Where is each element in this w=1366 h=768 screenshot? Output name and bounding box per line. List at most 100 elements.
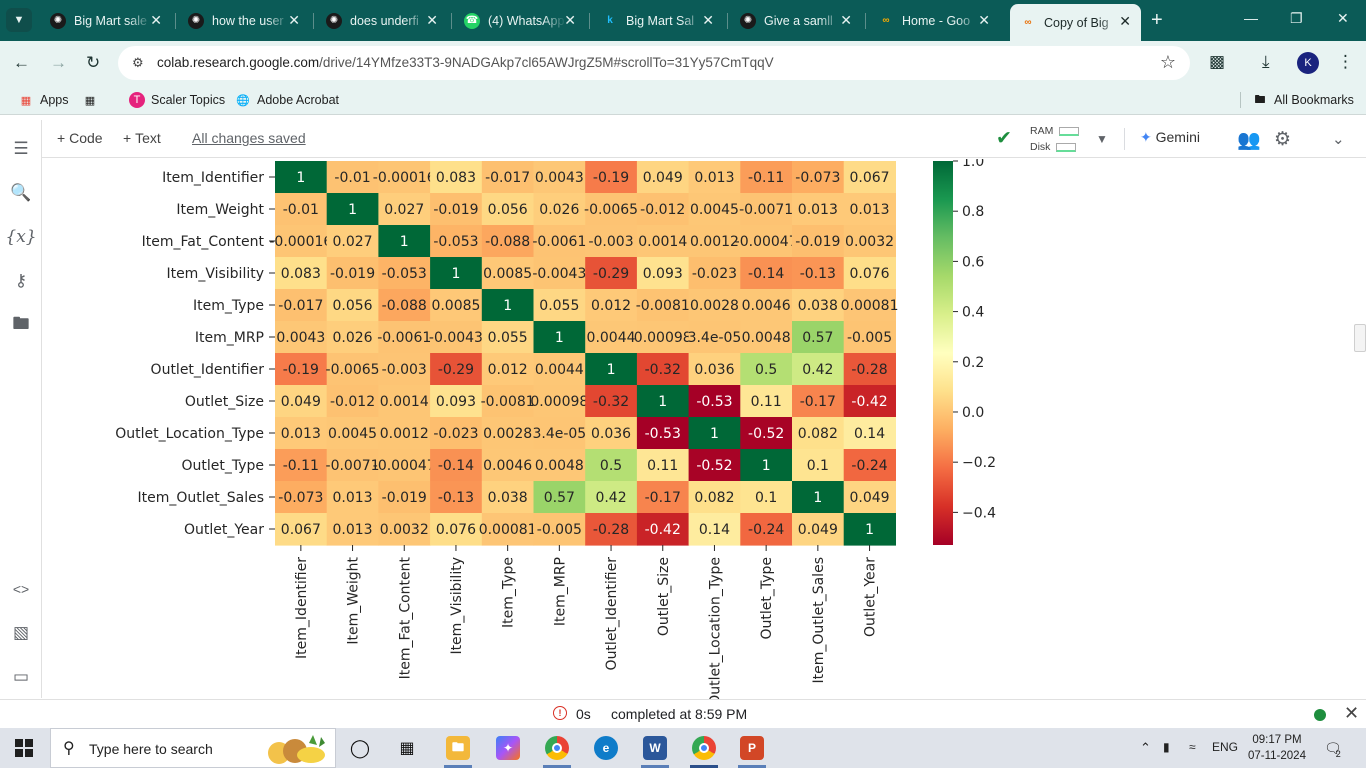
back-button[interactable]: ← (13, 53, 30, 73)
task-view-icon[interactable]: ▦ (395, 736, 419, 760)
command-palette-icon[interactable]: ▧ (10, 622, 32, 644)
battery-icon[interactable]: ▮ (1163, 740, 1170, 754)
browser-menu-button[interactable]: ⋮ (1337, 52, 1354, 72)
input-language[interactable]: ENG (1212, 740, 1238, 754)
window-close-button[interactable]: ✕ (1337, 10, 1349, 27)
variables-icon[interactable]: {x} (5, 226, 36, 248)
site-info-icon[interactable]: ⚙ (132, 55, 148, 71)
extensions-button[interactable]: ▩ (1209, 52, 1225, 72)
scrollbar-thumb[interactable] (1354, 324, 1366, 352)
heatmap-cell-label: -0.13 (800, 266, 836, 282)
tab-close-icon[interactable]: ✕ (702, 12, 714, 29)
tab-close-icon[interactable]: ✕ (1119, 13, 1131, 30)
tab-close-icon[interactable]: ✕ (288, 12, 300, 29)
collapse-chevron-icon[interactable]: ⌄ (1332, 130, 1345, 148)
save-status[interactable]: All changes saved (192, 130, 306, 146)
browser-tab[interactable]: ✺ does underfi ✕ (316, 6, 448, 35)
file-explorer-icon[interactable]: 🖿 (446, 736, 470, 760)
heatmap-cell-label: 1 (607, 362, 616, 378)
url-path: /drive/14YMfze33T3-9NADGAkp7cl65AWJrgZ5M… (319, 55, 774, 70)
edge-icon[interactable]: e (594, 736, 618, 760)
forward-button[interactable]: → (50, 53, 67, 73)
chrome-icon[interactable] (545, 736, 569, 760)
tab-search-button[interactable]: ▼ (6, 8, 32, 32)
bookmark-star-icon[interactable]: ☆ (1160, 52, 1176, 73)
wifi-icon[interactable]: ≈ (1189, 740, 1196, 754)
settings-gear-icon[interactable]: ⚙ (1274, 128, 1291, 151)
taskbar-search[interactable]: ⚲ Type here to search (50, 728, 336, 768)
copilot-icon[interactable]: ✦ (496, 736, 520, 760)
bookmark-adobe-acrobat[interactable]: 🌐 Adobe Acrobat (235, 92, 339, 108)
heatmap-cell-label: 0.0032 (845, 234, 894, 250)
restore-button[interactable]: ❐ (1290, 10, 1303, 27)
tab-title: how the user (212, 13, 284, 28)
heatmap-cell-label: -0.11 (748, 170, 784, 186)
cortana-circle-icon[interactable]: ◯ (348, 736, 372, 760)
tab-close-icon[interactable]: ✕ (840, 12, 852, 29)
code-snippets-icon[interactable]: <> (10, 578, 32, 600)
bookmark-apps[interactable]: ▦ Apps (18, 92, 69, 108)
runtime-status-dot[interactable] (1314, 709, 1326, 721)
heatmap-cell-label: 1 (400, 234, 409, 250)
url-text[interactable]: colab.research.google.com/drive/14YMfze3… (157, 55, 774, 70)
all-bookmarks[interactable]: 🖿 All Bookmarks (1252, 92, 1354, 108)
completed-status[interactable]: completed at 8:59 PM (611, 706, 747, 722)
notifications-icon[interactable]: 🗨2 (1324, 740, 1347, 759)
gemini-button[interactable]: ✦ Gemini (1140, 129, 1200, 146)
tab-close-icon[interactable]: ✕ (150, 12, 162, 29)
warning-icon[interactable]: ! (553, 706, 567, 720)
heatmap-cell-label: 0.013 (333, 490, 373, 506)
colorbar (933, 161, 953, 545)
folder-icon: 🖿 (1254, 93, 1266, 106)
browser-tab[interactable]: ✺ how the user ✕ (178, 6, 310, 35)
tab-close-icon[interactable]: ✕ (426, 12, 438, 29)
chrome-profile-icon[interactable] (692, 736, 716, 760)
files-folder-icon[interactable]: 🖿 (10, 314, 32, 336)
colab-left-rail: ☰ 🔍 {x} ⚷ 🖿 <> ▧ ▭ (0, 120, 42, 698)
browser-tab[interactable]: ☎ (4) WhatsApp ✕ (454, 6, 586, 35)
search-icon[interactable]: 🔍 (10, 182, 32, 204)
address-bar[interactable]: ⚙ colab.research.google.com/drive/14YMfz… (118, 46, 1190, 80)
add-text-button[interactable]: + Text (123, 130, 161, 146)
heatmap-cell-label: 0.00098 (530, 394, 588, 410)
table-of-contents-icon[interactable]: ☰ (10, 138, 32, 160)
colab-icon: ∞ (1024, 17, 1032, 28)
new-tab-button[interactable]: + (1151, 9, 1163, 32)
tab-title: Big Mart sale (74, 13, 147, 28)
add-code-button[interactable]: + Code (57, 130, 103, 146)
tab-separator (589, 13, 590, 29)
terminal-icon[interactable]: ▭ (10, 666, 32, 688)
show-hidden-icons-chevron-icon[interactable]: ⌃ (1140, 740, 1151, 756)
bookmark-scaler-topics[interactable]: T Scaler Topics (129, 92, 225, 108)
reload-button[interactable]: ↻ (86, 53, 100, 73)
browser-tab[interactable]: ✺ Give a samll ✕ (730, 6, 862, 35)
colorbar-tick-label: −0.4 (962, 505, 996, 521)
browser-tab[interactable]: ✺ Big Mart sale ✕ (40, 6, 172, 35)
y-tick-label: Item_Type (193, 298, 264, 314)
browser-tab[interactable]: ∞ Home - Goo ✕ (868, 6, 1000, 35)
heatmap-cell-label: 1 (710, 426, 719, 442)
word-icon[interactable]: W (643, 736, 667, 760)
tab-close-icon[interactable]: ✕ (564, 12, 576, 29)
browser-tab[interactable]: k Big Mart Sal ✕ (592, 6, 724, 35)
minimize-button[interactable]: — (1244, 10, 1258, 26)
y-tick-label: Item_Outlet_Sales (137, 490, 264, 506)
windows-start-icon[interactable] (15, 739, 33, 757)
secrets-key-icon[interactable]: ⚷ (10, 270, 32, 292)
profile-avatar[interactable]: K (1297, 52, 1319, 74)
heatmap-cell-label: 0.0046 (483, 458, 532, 474)
close-status-button[interactable]: ✕ (1344, 703, 1359, 724)
heatmap-cell-label: 0.0048 (535, 458, 584, 474)
downloads-button[interactable]: ⤓ (1262, 52, 1270, 72)
tab-close-icon[interactable]: ✕ (978, 12, 990, 29)
share-people-icon[interactable]: 👥 (1237, 128, 1261, 152)
runtime-dropdown-button[interactable]: ▼ (1096, 132, 1108, 146)
connected-check-icon[interactable]: ✔ (996, 127, 1012, 150)
powerpoint-icon[interactable]: P (740, 736, 764, 760)
bookmark-tab-groups[interactable]: ▦ (82, 92, 104, 108)
heatmap-cell-label: 0.14 (854, 426, 885, 442)
close-icon: ✕ (1344, 703, 1360, 723)
resource-monitor[interactable]: RAM Disk (1030, 123, 1080, 155)
browser-tab[interactable]: ∞ Copy of Big ✕ (1010, 4, 1141, 41)
system-clock[interactable]: 09:17 PM 07-11-2024 (1246, 732, 1308, 764)
